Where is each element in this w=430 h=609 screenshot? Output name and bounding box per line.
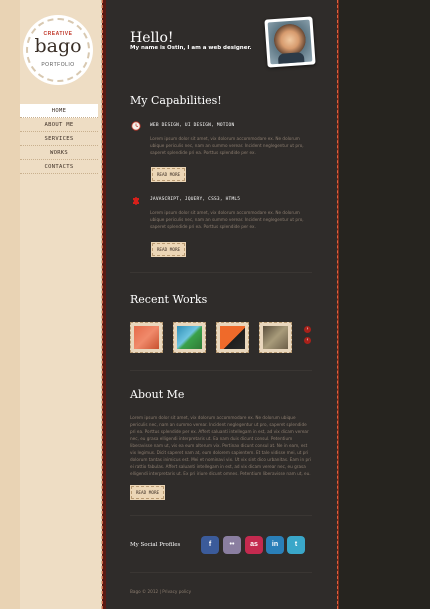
work-thumbnail[interactable] (259, 322, 292, 353)
capability-text: Lorem ipsum dolor sit amet, vix dolorum … (150, 136, 304, 155)
read-more-button[interactable]: READ MORE (131, 486, 164, 499)
left-background (0, 0, 20, 609)
work-thumbnail[interactable] (216, 322, 249, 353)
read-more-button[interactable]: READ MORE (152, 243, 185, 256)
intro-text: My name is Ostin, I am a web designer. (130, 45, 252, 51)
work-thumbnail[interactable] (173, 322, 206, 353)
social-label: My Social Profiles (130, 542, 181, 548)
nav-item-works[interactable]: WORKS (20, 146, 98, 160)
facebook-icon[interactable]: f (201, 536, 219, 554)
about-heading: About Me (130, 388, 185, 401)
read-more-button[interactable]: READ MORE (152, 168, 185, 181)
main-nav: HOME ABOUT ME SERVICES WORKS CONTACTS (20, 104, 98, 174)
section-divider (130, 370, 312, 371)
avatar (264, 16, 316, 68)
capability-title: JAVASCRIPT, JQUERY, CSS3, HTML5 (150, 197, 241, 202)
twitter-icon[interactable]: t (287, 536, 305, 554)
sidebar (20, 0, 102, 609)
section-divider (130, 515, 312, 516)
capability-text: Lorem ipsum dolor sit amet, vix dolorum … (150, 210, 304, 229)
right-background (339, 0, 430, 609)
capabilities-heading: My Capabilities! (130, 94, 222, 107)
puzzle-icon (133, 197, 139, 205)
logo-name: bago (34, 35, 82, 57)
section-divider (130, 572, 312, 573)
work-thumbnail[interactable] (130, 322, 163, 353)
flickr-icon[interactable]: •• (223, 536, 241, 554)
nav-item-about-me[interactable]: ABOUT ME (20, 118, 98, 132)
section-divider (130, 272, 312, 273)
capability-title: WEB DESIGN, UI DESIGN, MOTION (150, 123, 235, 128)
avatar-photo (267, 19, 313, 65)
logo[interactable]: CREATIVE bago PORTFOLIO (26, 18, 90, 82)
clock-icon (131, 121, 141, 131)
nav-item-home[interactable]: HOME (20, 104, 98, 118)
about-text: Lorem ipsum dolor sit amet, vix dolorum … (130, 415, 311, 476)
linkedin-icon[interactable]: in (266, 536, 284, 554)
greeting-heading: Hello! (130, 30, 174, 46)
prev-arrow-icon[interactable]: ‹ (304, 337, 311, 344)
nav-item-contacts[interactable]: CONTACTS (20, 160, 98, 174)
lastfm-icon[interactable]: as (245, 536, 263, 554)
footer-text[interactable]: Bago © 2012 | Privacy policy (130, 589, 191, 594)
recent-works-heading: Recent Works (130, 293, 208, 306)
logo-subtitle: PORTFOLIO (41, 62, 75, 68)
next-arrow-icon[interactable]: › (304, 326, 311, 333)
nav-item-services[interactable]: SERVICES (20, 132, 98, 146)
left-stitch-border (102, 0, 106, 609)
